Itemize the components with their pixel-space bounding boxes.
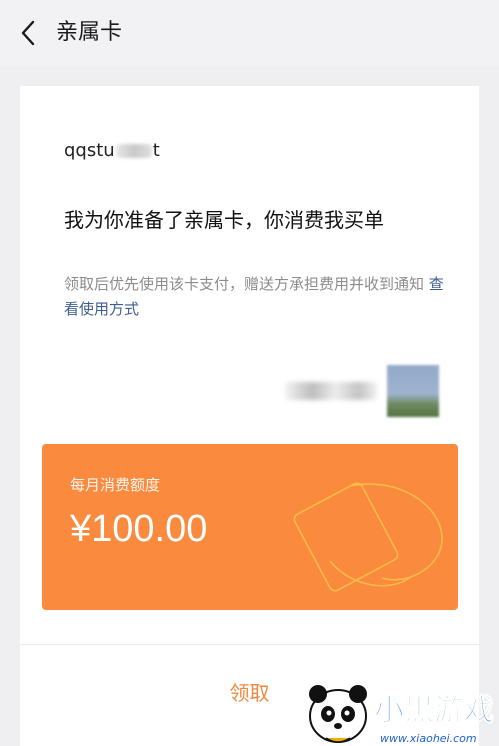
sender-name-prefix: qqstu xyxy=(64,140,115,161)
usage-description: 领取后优先使用该卡支付，赠送方承担费用并收到通知 查看使用方式 xyxy=(64,272,444,322)
chevron-left-icon xyxy=(21,20,35,46)
action-divider xyxy=(20,644,479,645)
redacted-blur xyxy=(115,143,152,158)
card-outline-icon xyxy=(293,482,443,592)
monthly-limit-amount: ¥100.00 xyxy=(70,508,208,550)
usage-description-text: 领取后优先使用该卡支付，赠送方承担费用并收到通知 xyxy=(64,275,429,293)
sender-name: qqstu t xyxy=(64,140,160,161)
nav-bar: 亲属卡 xyxy=(0,0,499,66)
monthly-limit-label: 每月消费额度 xyxy=(70,476,161,494)
giver-avatar xyxy=(387,365,439,417)
back-button[interactable] xyxy=(14,18,42,48)
watermark-url: www.xiaohei.com xyxy=(380,732,477,745)
sender-name-suffix: t xyxy=(152,140,160,161)
giver-info xyxy=(285,365,439,417)
monthly-limit-panel: 每月消费额度 ¥100.00 xyxy=(42,444,458,610)
site-watermark: 小黑游戏 www.xiaohei.com xyxy=(309,685,495,745)
family-card-page: 亲属卡 qqstu t 我为你准备了亲属卡，你消费我买单 领取后优先使用该卡支付… xyxy=(0,0,499,746)
invite-message: 我为你准备了亲属卡，你消费我买单 xyxy=(64,208,384,232)
page-title: 亲属卡 xyxy=(56,20,123,45)
giver-name-redacted xyxy=(285,382,377,400)
watermark-brand: 小黑游戏 xyxy=(374,693,494,728)
